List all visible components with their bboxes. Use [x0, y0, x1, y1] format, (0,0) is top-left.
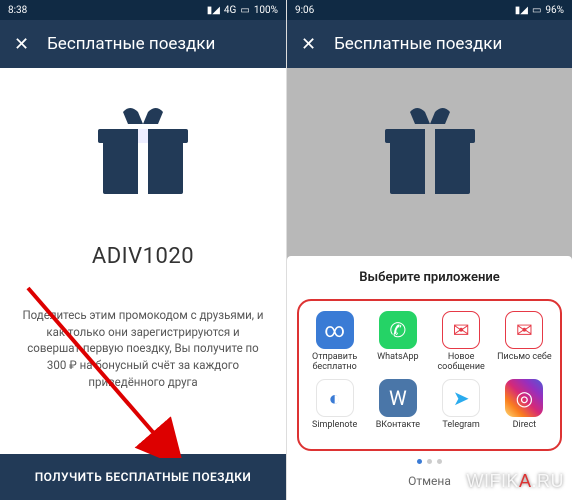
signal-icon: ▮◢ [207, 5, 220, 16]
status-bar: 9:06 ▮◢ ▭ 96% [287, 0, 572, 20]
page-title: Бесплатные поездки [47, 34, 215, 54]
network-label: 4G [224, 5, 236, 16]
app-label: Письмо себе [497, 353, 552, 373]
promo-code: ADIV1020 [92, 244, 194, 269]
share-app-new-message[interactable]: ✉ Новое сообщение [432, 311, 491, 373]
app-label: Telegram [442, 421, 479, 441]
telegram-icon: ➤ [442, 379, 480, 417]
share-app-share-free[interactable]: ∞ Отправить бесплатно [305, 311, 364, 373]
signal-icon: ▮◢ [515, 5, 528, 16]
app-label: Simplenote [312, 421, 357, 441]
close-icon[interactable]: ✕ [14, 34, 29, 55]
vk-icon: W [379, 379, 417, 417]
share-app-mail-self[interactable]: ✉ Письмо себе [495, 311, 554, 373]
battery-pct: 100% [254, 5, 278, 16]
new-message-icon: ✉ [442, 311, 480, 349]
app-body-dimmed: Выберите приложение ∞ Отправить бесплатно… [287, 68, 572, 500]
share-app-vk[interactable]: W ВКонтакте [368, 379, 427, 441]
cancel-button[interactable]: Отмена [297, 464, 562, 490]
simplenote-icon: ◐ [316, 379, 354, 417]
share-app-telegram[interactable]: ➤ Telegram [432, 379, 491, 441]
gift-icon [375, 104, 485, 208]
share-sheet-title: Выберите приложение [297, 270, 562, 285]
phone-right: 9:06 ▮◢ ▭ 96% ✕ Бесплатные поездки Выбер… [286, 0, 572, 500]
share-app-simplenote[interactable]: ◐ Simplenote [305, 379, 364, 441]
apps-grid: ∞ Отправить бесплатно ✆ WhatsApp ✉ Новое сооб… [297, 299, 562, 451]
close-icon[interactable]: ✕ [301, 34, 316, 55]
app-body: ADIV1020 Поделитесь этим промокодом с др… [0, 68, 286, 500]
phone-left: 8:38 ▮◢ 4G ▭ 100% ✕ Бесплатные поездки [0, 0, 286, 500]
app-label: Direct [513, 421, 537, 441]
share-free-icon: ∞ [316, 311, 354, 349]
status-right: ▮◢ ▭ 96% [515, 5, 564, 16]
app-label: Новое сообщение [432, 353, 491, 373]
app-label: WhatsApp [377, 353, 418, 373]
status-bar: 8:38 ▮◢ 4G ▭ 100% [0, 0, 286, 20]
pager-dot[interactable] [437, 459, 442, 464]
pager-dot[interactable] [427, 459, 432, 464]
pager-dot[interactable] [417, 459, 422, 464]
app-label: Отправить бесплатно [305, 353, 364, 373]
promo-description: Поделитесь этим промокодом с друзьями, и… [0, 307, 286, 390]
battery-icon: ▭ [240, 5, 249, 16]
share-sheet: Выберите приложение ∞ Отправить бесплатно… [287, 256, 572, 500]
app-header: ✕ Бесплатные поездки [0, 20, 286, 68]
page-title: Бесплатные поездки [334, 34, 502, 54]
whatsapp-icon: ✆ [379, 311, 417, 349]
status-time: 9:06 [295, 5, 314, 16]
battery-icon: ▭ [532, 5, 541, 16]
share-app-whatsapp[interactable]: ✆ WhatsApp [368, 311, 427, 373]
mail-self-icon: ✉ [505, 311, 543, 349]
app-label: ВКонтакте [376, 421, 420, 441]
battery-pct: 96% [545, 5, 564, 16]
app-header: ✕ Бесплатные поездки [287, 20, 572, 68]
direct-icon: ◎ [505, 379, 543, 417]
status-right: ▮◢ 4G ▭ 100% [207, 5, 278, 16]
get-free-rides-button[interactable]: ПОЛУЧИТЬ БЕСПЛАТНЫЕ ПОЕЗДКИ [0, 454, 286, 500]
status-time: 8:38 [8, 5, 27, 16]
gift-icon [88, 104, 198, 208]
share-app-direct[interactable]: ◎ Direct [495, 379, 554, 441]
